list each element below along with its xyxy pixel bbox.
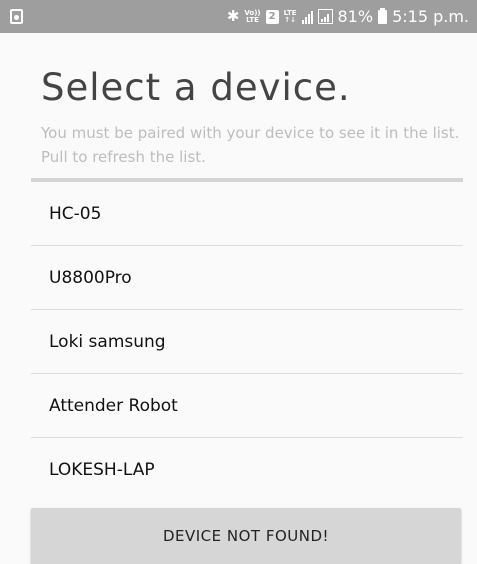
lte-bottom-label: ↑↓ bbox=[284, 15, 296, 24]
status-right: ✱ Vo)) LTE 2 LTE ↑↓ 81% 5:15 p.m. bbox=[227, 7, 469, 26]
device-item-lokesh-lap[interactable]: LOKESH-LAP bbox=[31, 438, 463, 502]
volte-indicator: Vo)) LTE bbox=[244, 9, 260, 24]
bluetooth-icon: ✱ bbox=[226, 7, 240, 25]
device-list[interactable]: HC-05 U8800Pro Loki samsung Attender Rob… bbox=[31, 182, 463, 502]
device-item-loki-samsung[interactable]: Loki samsung bbox=[31, 310, 463, 374]
battery-icon bbox=[378, 7, 388, 24]
status-bar: ✱ Vo)) LTE 2 LTE ↑↓ 81% 5:15 p.m. bbox=[0, 0, 477, 33]
status-left bbox=[10, 9, 23, 24]
device-item-attender-robot[interactable]: Attender Robot bbox=[31, 374, 463, 438]
battery-percent: 81% bbox=[337, 7, 374, 26]
signal-sim2-icon bbox=[317, 9, 333, 24]
page-title: Select a device. bbox=[41, 66, 351, 109]
page-subtitle: You must be paired with your device to s… bbox=[41, 124, 460, 166]
volte-bottom-label: LTE bbox=[246, 15, 259, 24]
device-not-found-button[interactable]: DEVICE NOT FOUND! bbox=[31, 508, 461, 564]
clock: 5:15 p.m. bbox=[392, 7, 469, 26]
device-item-hc-05[interactable]: HC-05 bbox=[31, 182, 463, 246]
notification-icon bbox=[10, 9, 23, 24]
lte-indicator: LTE ↑↓ bbox=[284, 9, 297, 24]
signal-icon bbox=[301, 10, 313, 24]
sim-slot-icon: 2 bbox=[265, 9, 279, 24]
device-item-u8800pro[interactable]: U8800Pro bbox=[31, 246, 463, 310]
